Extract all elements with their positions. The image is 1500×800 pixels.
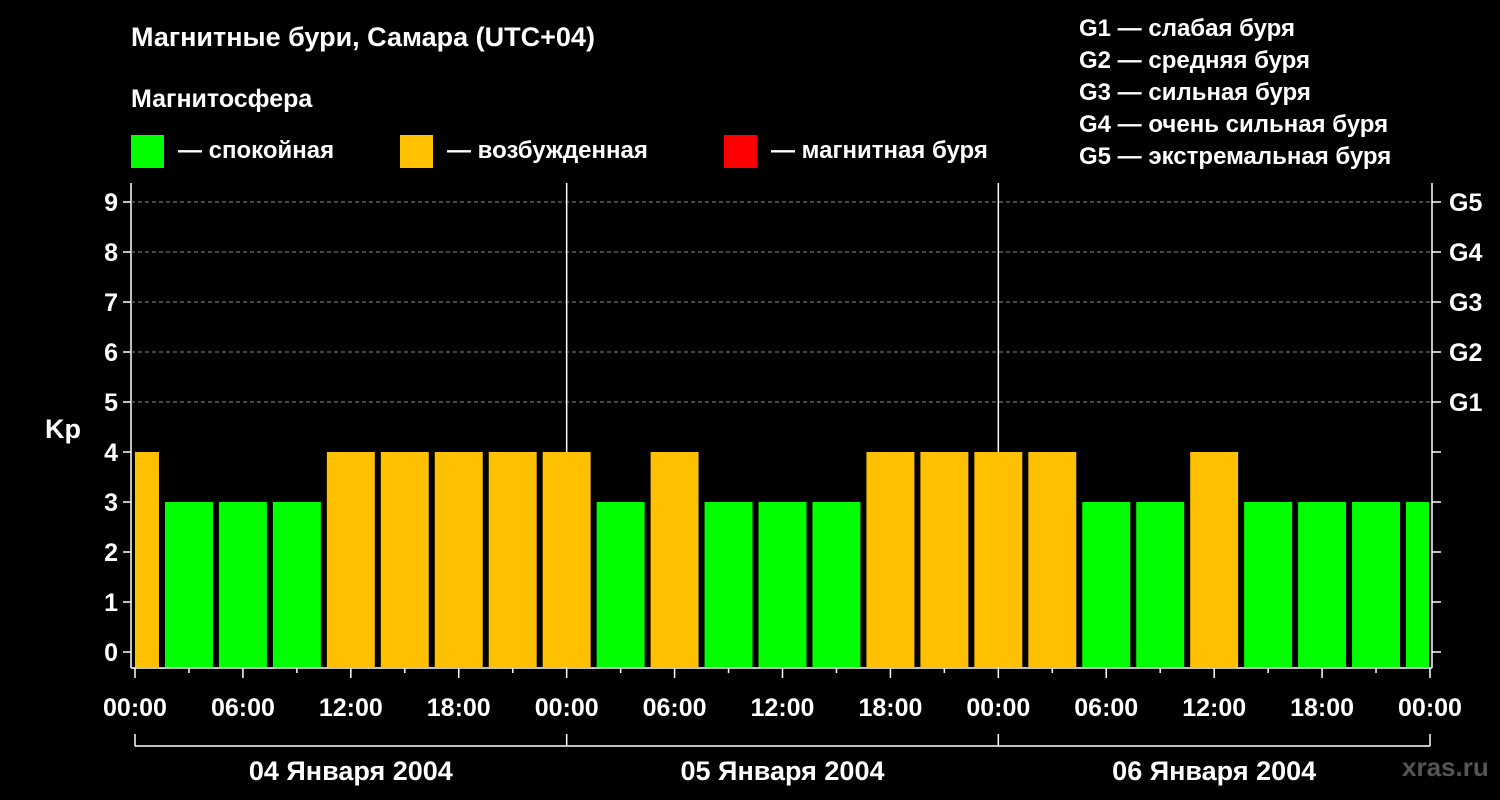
storm-level-label-g4: G4 — [1449, 239, 1482, 267]
kp-bar — [704, 502, 753, 667]
y-tick-label: 2 — [104, 539, 118, 567]
y-tick-label: 7 — [104, 289, 118, 317]
x-tick-label: 12:00 — [319, 694, 383, 722]
storm-level-label-g1: G1 — [1449, 389, 1482, 417]
kp-bar — [1298, 502, 1347, 667]
storm-level-label-g3: G3 — [1449, 289, 1482, 317]
kp-bar — [1028, 452, 1077, 667]
x-tick-label: 00:00 — [103, 694, 167, 722]
kp-chart: 0 1 2 3 4 5 6 7 8 9 G1 G2 G3 G4 G5 Kp 00:00 06:00 12:00 18:… — [45, 183, 1482, 786]
kp-bar — [866, 452, 915, 667]
y-tick-label: 5 — [104, 389, 118, 417]
x-tick-label: 00:00 — [535, 694, 599, 722]
kp-bar — [812, 502, 861, 667]
kp-bar — [596, 502, 645, 667]
kp-bar — [974, 452, 1023, 667]
y-tick-label: 3 — [104, 489, 118, 517]
x-tick-label: 12:00 — [1182, 694, 1246, 722]
kp-bar — [1406, 502, 1429, 667]
y-tick-label: 9 — [104, 189, 118, 217]
x-tick-label: 06:00 — [1074, 694, 1138, 722]
watermark: xras.ru — [1402, 752, 1489, 782]
kp-bar — [488, 452, 537, 667]
storm-level-label-g2: G2 — [1449, 339, 1482, 367]
date-label: 06 Января 2004 — [1112, 756, 1316, 786]
date-label: 04 Января 2004 — [249, 756, 453, 786]
kp-bar — [1136, 502, 1185, 667]
x-tick-label: 00:00 — [966, 694, 1030, 722]
x-tick-label: 18:00 — [427, 694, 491, 722]
kp-bar — [434, 452, 483, 667]
kp-bar — [1082, 502, 1131, 667]
kp-bar — [380, 452, 429, 667]
kp-bar — [1244, 502, 1293, 667]
kp-bar — [1352, 502, 1401, 667]
kp-bar — [218, 502, 267, 667]
kp-bar — [650, 452, 699, 667]
y-tick-label: 1 — [104, 589, 118, 617]
kp-bar — [135, 452, 159, 667]
kp-bar — [272, 502, 321, 667]
x-tick-label: 12:00 — [751, 694, 815, 722]
y-tick-label: 0 — [104, 639, 118, 667]
y-tick-label: 8 — [104, 239, 118, 267]
kp-bar — [758, 502, 807, 667]
x-tick-label: 18:00 — [858, 694, 922, 722]
kp-bar — [326, 452, 375, 667]
storm-level-label-g5: G5 — [1449, 189, 1482, 217]
x-tick-label: 00:00 — [1398, 694, 1462, 722]
y-axis-label: Kp — [45, 414, 81, 444]
date-label: 05 Января 2004 — [681, 756, 885, 786]
kp-bar — [164, 502, 213, 667]
kp-bar — [542, 452, 591, 667]
kp-bar — [920, 452, 969, 667]
y-tick-label: 6 — [104, 339, 118, 367]
kp-bar — [1190, 452, 1239, 667]
x-tick-label: 06:00 — [643, 694, 707, 722]
x-tick-label: 18:00 — [1290, 694, 1354, 722]
y-tick-label: 4 — [104, 439, 118, 467]
x-tick-label: 06:00 — [211, 694, 275, 722]
